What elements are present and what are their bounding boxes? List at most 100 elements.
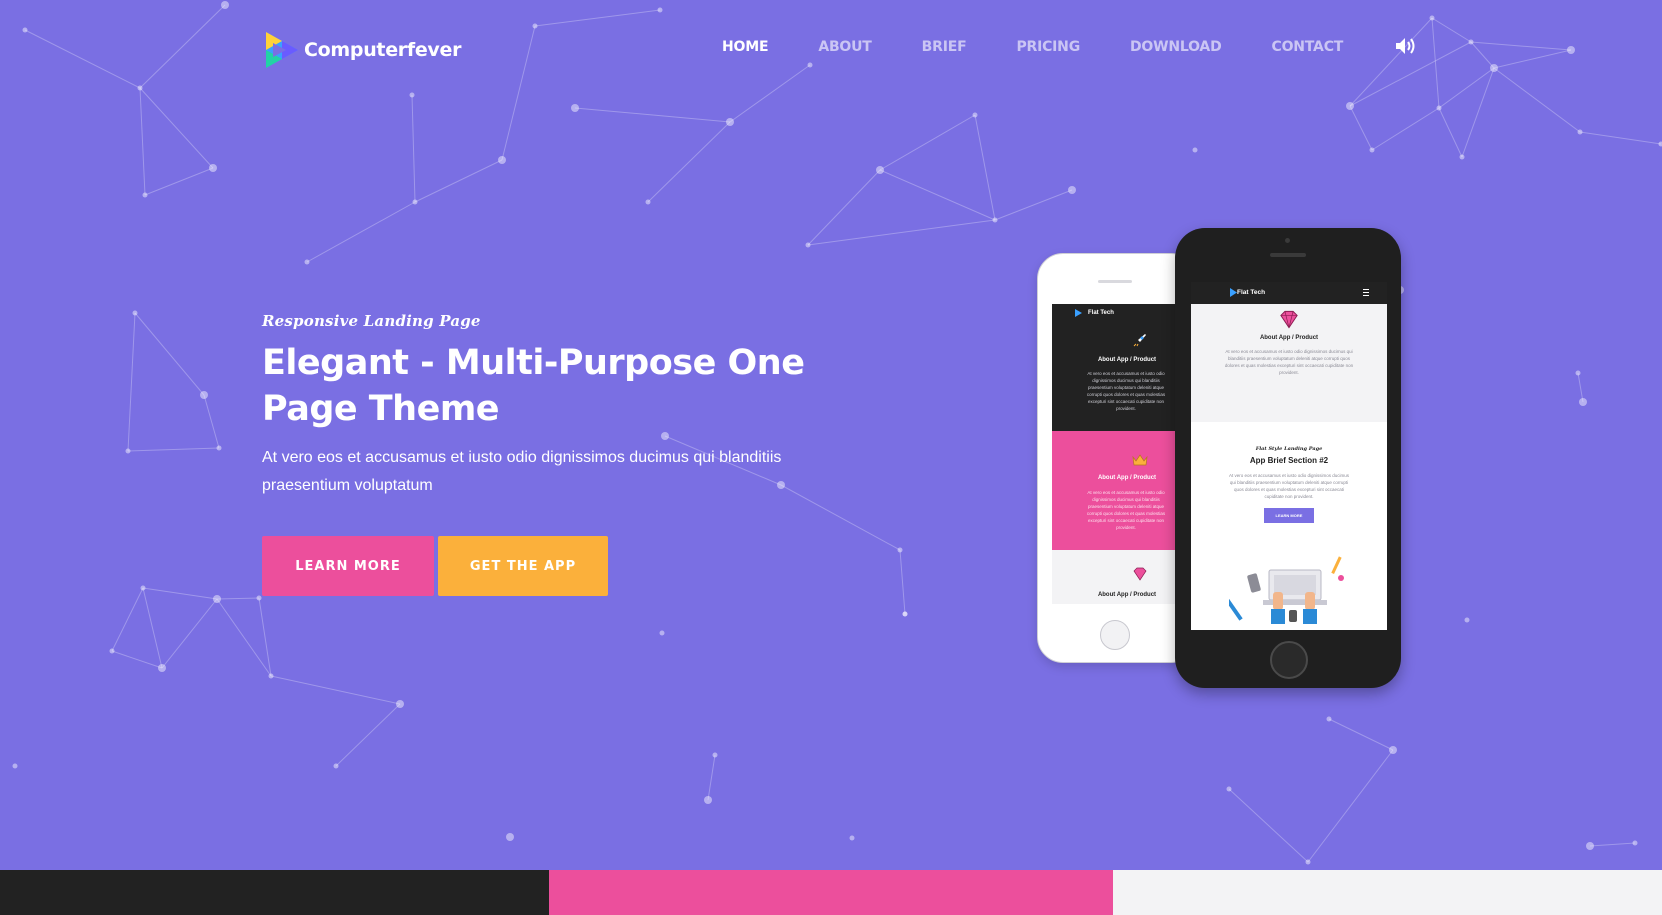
network-dot [659,630,665,636]
hero-buttons: LEARN MORE GET THE APP [262,536,822,596]
hero-lead-line-1: At vero eos et accusamus et iusto odio d… [262,449,782,466]
network-line [134,312,205,396]
mock-text: At vero eos et accusamus et iusto odio d… [1086,490,1166,530]
network-dot [1226,786,1232,792]
network-dot [897,547,903,553]
nav-brief[interactable]: BRIEF [922,39,967,55]
network-dot [137,85,143,91]
mock-heading: About App / Product [1097,357,1157,363]
network-dot [1436,105,1442,111]
network-dot [1192,147,1198,153]
hero-title-line-2: Page Theme [262,389,500,429]
top-navigation: Computerfever HOME ABOUT BRIEF PRICING D… [0,30,1662,70]
get-the-app-button[interactable]: GET THE APP [438,536,608,596]
network-line [807,169,881,246]
network-line [1589,842,1636,847]
mock-section-light: About App / Product [1052,550,1182,604]
network-dot [1464,617,1470,623]
nav-home[interactable]: HOME [722,39,769,55]
network-line [216,598,272,677]
mock-section-pink: About App / Product At vero eos et accus… [1052,431,1182,550]
network-dot [1577,129,1583,135]
network-dot [645,199,651,205]
phone-home-button [1100,620,1130,650]
hero-lead-line-2: praesentium voluptatum [262,477,433,494]
network-dot [992,217,998,223]
hero-lead: At vero eos et accusamus et iusto odio d… [262,444,822,500]
particle-network-background [12,1,1662,865]
black-phone-screen: Flat Tech About App / Product At vero eo… [1191,282,1387,630]
network-line [1493,67,1581,133]
network-dot [498,156,506,164]
laptop-illustration [1229,556,1344,624]
nav-download[interactable]: DOWNLOAD [1130,39,1222,55]
section-strip-dark [0,870,549,915]
hero-section: Responsive Landing Page Elegant - Multi-… [262,312,822,596]
network-dot [140,585,146,591]
network-dot [221,1,229,9]
network-line [127,447,220,452]
hamburger-icon [1363,289,1369,296]
network-line [879,169,996,221]
network-line [306,201,416,263]
network-line [1349,105,1373,151]
network-dot [1429,15,1435,21]
network-dot [532,23,538,29]
network-dot [333,763,339,769]
nav-about[interactable]: ABOUT [818,39,872,55]
network-line [534,9,661,27]
white-phone-mockup: Flat Tech About App / Product At vero eo… [1037,253,1197,663]
mock-heading: About App / Product [1097,592,1157,598]
learn-more-button[interactable]: LEARN MORE [262,536,434,596]
volume-icon[interactable] [1393,34,1417,58]
network-dot [1632,840,1638,846]
network-dot [304,259,310,265]
network-line [1438,67,1495,109]
diamond-icon [1280,310,1298,329]
network-dot [726,118,734,126]
network-dot [902,611,908,617]
network-dot [209,164,217,172]
network-line [1371,107,1440,151]
mock-section-dark: Flat Tech About App / Product At vero eo… [1052,304,1182,431]
diamond-icon [1133,567,1147,581]
network-line [144,167,214,196]
network-dot [200,391,208,399]
network-dot [1459,154,1465,160]
mock-learn-more-button: LEARN MORE [1263,508,1315,523]
network-line [203,394,220,449]
mock-brand: Flat Tech [1237,289,1266,296]
network-line [111,587,144,652]
mock-heading: About App / Product [1259,335,1319,341]
network-line [258,597,272,677]
nav-contact[interactable]: CONTACT [1272,39,1344,55]
network-line [142,587,163,669]
mock-logo-icon [1230,288,1237,297]
network-line [139,87,214,169]
network-dot [396,700,404,708]
network-line [1579,131,1662,145]
network-line [1307,749,1394,863]
network-dot [972,112,978,118]
hero-kicker: Responsive Landing Page [262,312,481,330]
mock-brief-kicker: Flat Style Landing Page [1255,446,1323,452]
mock-brief-text: At vero eos et accusamus et iusto odio d… [1228,473,1350,499]
network-dot [657,7,663,13]
network-dot [876,166,884,174]
network-dot [142,192,148,198]
network-dot [571,104,579,112]
network-line [899,549,906,615]
play-triangle-logo-icon [266,32,298,68]
network-dot [158,664,166,672]
nav-pricing[interactable]: PRICING [1016,39,1080,55]
network-line [1438,107,1463,158]
hero-title: Elegant - Multi-Purpose One Page Theme [262,340,822,432]
network-line [1328,718,1394,751]
network-dot [1369,147,1375,153]
crown-icon [1132,454,1148,466]
main-menu: HOME ABOUT BRIEF PRICING DOWNLOAD CONTAC… [722,36,1417,58]
network-line [1228,788,1309,863]
network-dot [216,445,222,451]
network-line [414,159,503,203]
brand-logo[interactable]: Computerfever [262,30,461,70]
